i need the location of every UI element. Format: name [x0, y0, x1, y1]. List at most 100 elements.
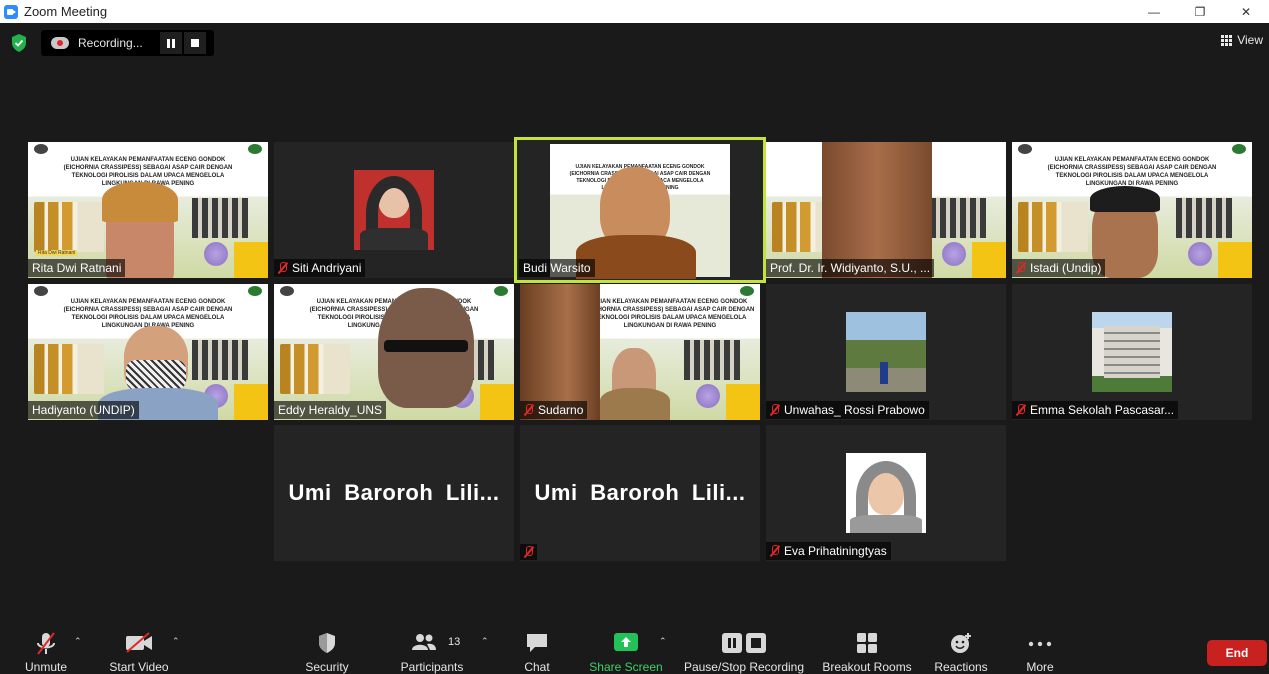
university-logo-icon — [248, 286, 262, 296]
banner-title: UJIAN KELAYAKAN PEMANFAATAN ECENG GONDOK… — [63, 299, 233, 329]
door-background — [822, 142, 932, 278]
participant-name: Siti Andriyani — [292, 261, 362, 275]
video-tile[interactable]: Eva Prihatiningtyas — [766, 425, 1006, 561]
stop-recording-button[interactable] — [184, 32, 206, 54]
meeting-top-bar: Recording... View — [0, 23, 1269, 63]
active-speaker-tile[interactable]: UJIAN KELAYAKAN PEMANFAATAN ECENG GONDOK… — [514, 137, 766, 283]
minimize-button[interactable]: — — [1131, 0, 1177, 23]
profile-picture — [846, 453, 926, 533]
university-logo-icon — [740, 286, 754, 296]
flower-image — [1188, 242, 1212, 266]
end-meeting-button[interactable]: End — [1207, 640, 1267, 666]
bottles-image — [34, 202, 104, 252]
door-background — [520, 284, 600, 420]
more-button[interactable]: More — [1018, 618, 1062, 674]
more-dots-icon — [1028, 641, 1052, 647]
view-label: View — [1237, 33, 1263, 47]
view-button[interactable]: View — [1221, 33, 1263, 47]
participant-name-tag: Rita Dwi Ratnani — [28, 259, 126, 277]
flower-image — [204, 242, 228, 266]
recording-label: Recording... — [78, 36, 143, 50]
muted-mic-icon — [1016, 262, 1025, 274]
name-only-tile[interactable]: Umi Baroroh Lili... — [520, 425, 760, 561]
chat-button[interactable]: Chat — [516, 618, 558, 674]
participants-count: 13 — [448, 636, 461, 648]
breakout-rooms-grid-icon — [857, 633, 877, 653]
participants-icon — [412, 634, 436, 650]
profile-picture — [354, 170, 434, 250]
video-options-chevron-up-icon[interactable]: ⌃ — [172, 636, 180, 647]
chat-label: Chat — [524, 660, 550, 674]
window-controls: — ❐ ✕ — [1131, 0, 1269, 23]
pause-recording-button[interactable] — [160, 32, 182, 54]
reactions-button[interactable]: Reactions — [930, 618, 992, 674]
banner-accent — [726, 384, 760, 420]
participants-options-chevron-up-icon[interactable]: ⌃ — [481, 636, 489, 647]
video-tile[interactable]: UJIAN KELAYAKAN PEMANFAATAN ECENG GONDOK… — [520, 284, 760, 420]
name-only-tile[interactable]: Umi Baroroh Lili... — [274, 425, 514, 561]
participant-name-tag: Hadiyanto (UNDIP) — [28, 401, 139, 419]
participants-label: Participants — [400, 660, 464, 674]
muted-mic-icon — [524, 404, 533, 416]
participant-name: Prof. Dr. Ir. Widiyanto, S.U., ... — [770, 261, 931, 275]
video-tile[interactable]: Emma Sekolah Pascasar... — [1012, 284, 1252, 420]
participant-name-tag: Unwahas_ Rossi Prabowo — [766, 401, 929, 419]
banner-accent — [480, 384, 514, 420]
audio-options-chevron-up-icon[interactable]: ⌃ — [74, 636, 82, 647]
glasses-shape — [384, 340, 468, 352]
zoom-app-icon — [4, 4, 18, 19]
pause-stop-recording-button[interactable]: Pause/Stop Recording — [682, 618, 806, 674]
participant-name: Budi Warsito — [523, 261, 591, 275]
profile-picture — [1092, 312, 1172, 392]
security-shield-icon — [319, 633, 335, 653]
participant-name: Rita Dwi Ratnani — [32, 261, 122, 275]
banner-accent — [1218, 242, 1252, 278]
video-tile[interactable]: Unwahas_ Rossi Prabowo — [766, 284, 1006, 420]
grid-view-icon — [1221, 34, 1233, 46]
close-button[interactable]: ✕ — [1223, 0, 1269, 23]
unmute-button[interactable]: Unmute — [16, 618, 76, 674]
participant-name: Hadiyanto (UNDIP) — [32, 403, 135, 417]
video-tile[interactable]: UJIAN KELAYAKAN PEMANFAATAN ECENG GONDOK… — [1012, 142, 1252, 278]
bottles-image — [34, 344, 104, 394]
security-label: Security — [305, 660, 349, 674]
profile-picture — [846, 312, 926, 392]
encryption-shield-icon[interactable] — [11, 34, 27, 52]
participant-name-tag: Emma Sekolah Pascasar... — [1012, 401, 1179, 419]
video-tile[interactable]: UJIAN KELAYAKAN PEMANFAATAN ECENG GONDOK… — [274, 284, 514, 420]
participant-display-name: Umi Baroroh Lili... — [288, 480, 500, 505]
bottles-image — [1018, 202, 1088, 252]
face-mask-shape — [126, 360, 186, 390]
flower-image — [696, 384, 720, 408]
banner-title: UJIAN KELAYAKAN PEMANFAATAN ECENG GONDOK… — [585, 299, 755, 329]
share-screen-button[interactable]: Share Screen — [588, 618, 664, 674]
banner-accent — [234, 242, 268, 278]
restore-button[interactable]: ❐ — [1177, 0, 1223, 23]
participant-name-tag: Siti Andriyani — [274, 259, 366, 277]
university-logo-icon — [494, 286, 508, 296]
muted-microphone-icon — [37, 632, 55, 655]
share-options-chevron-up-icon[interactable]: ⌃ — [659, 636, 667, 647]
muted-mic-icon — [770, 545, 779, 557]
stop-icon — [191, 39, 199, 47]
video-tile[interactable]: Prof. Dr. Ir. Widiyanto, S.U., ... — [766, 142, 1006, 278]
participant-name-tag: Budi Warsito — [519, 259, 595, 277]
participant-name: Unwahas_ Rossi Prabowo — [784, 403, 925, 417]
chat-bubble-icon — [527, 634, 547, 652]
video-tile[interactable]: Siti Andriyani — [274, 142, 514, 278]
participant-display-name: Umi Baroroh Lili... — [534, 480, 746, 505]
start-video-label: Start Video — [109, 660, 169, 674]
participants-button[interactable]: 13 Participants — [396, 618, 468, 674]
start-video-button[interactable]: Start Video — [104, 618, 174, 674]
university-logo-icon — [34, 144, 48, 154]
breakout-rooms-button[interactable]: Breakout Rooms — [820, 618, 914, 674]
video-tile[interactable]: UJIAN KELAYAKAN PEMANFAATAN ECENG GONDOK… — [28, 284, 268, 420]
muted-mic-icon — [524, 546, 533, 558]
security-button[interactable]: Security — [296, 618, 358, 674]
window-title: Zoom Meeting — [24, 4, 108, 19]
participant-name: Sudarno — [538, 403, 584, 417]
reactions-smiley-icon — [951, 633, 971, 653]
bottles-image — [280, 344, 350, 394]
video-tile[interactable]: UJIAN KELAYAKAN PEMANFAATAN ECENG GONDOK… — [28, 142, 268, 278]
banner-accent — [972, 242, 1006, 278]
